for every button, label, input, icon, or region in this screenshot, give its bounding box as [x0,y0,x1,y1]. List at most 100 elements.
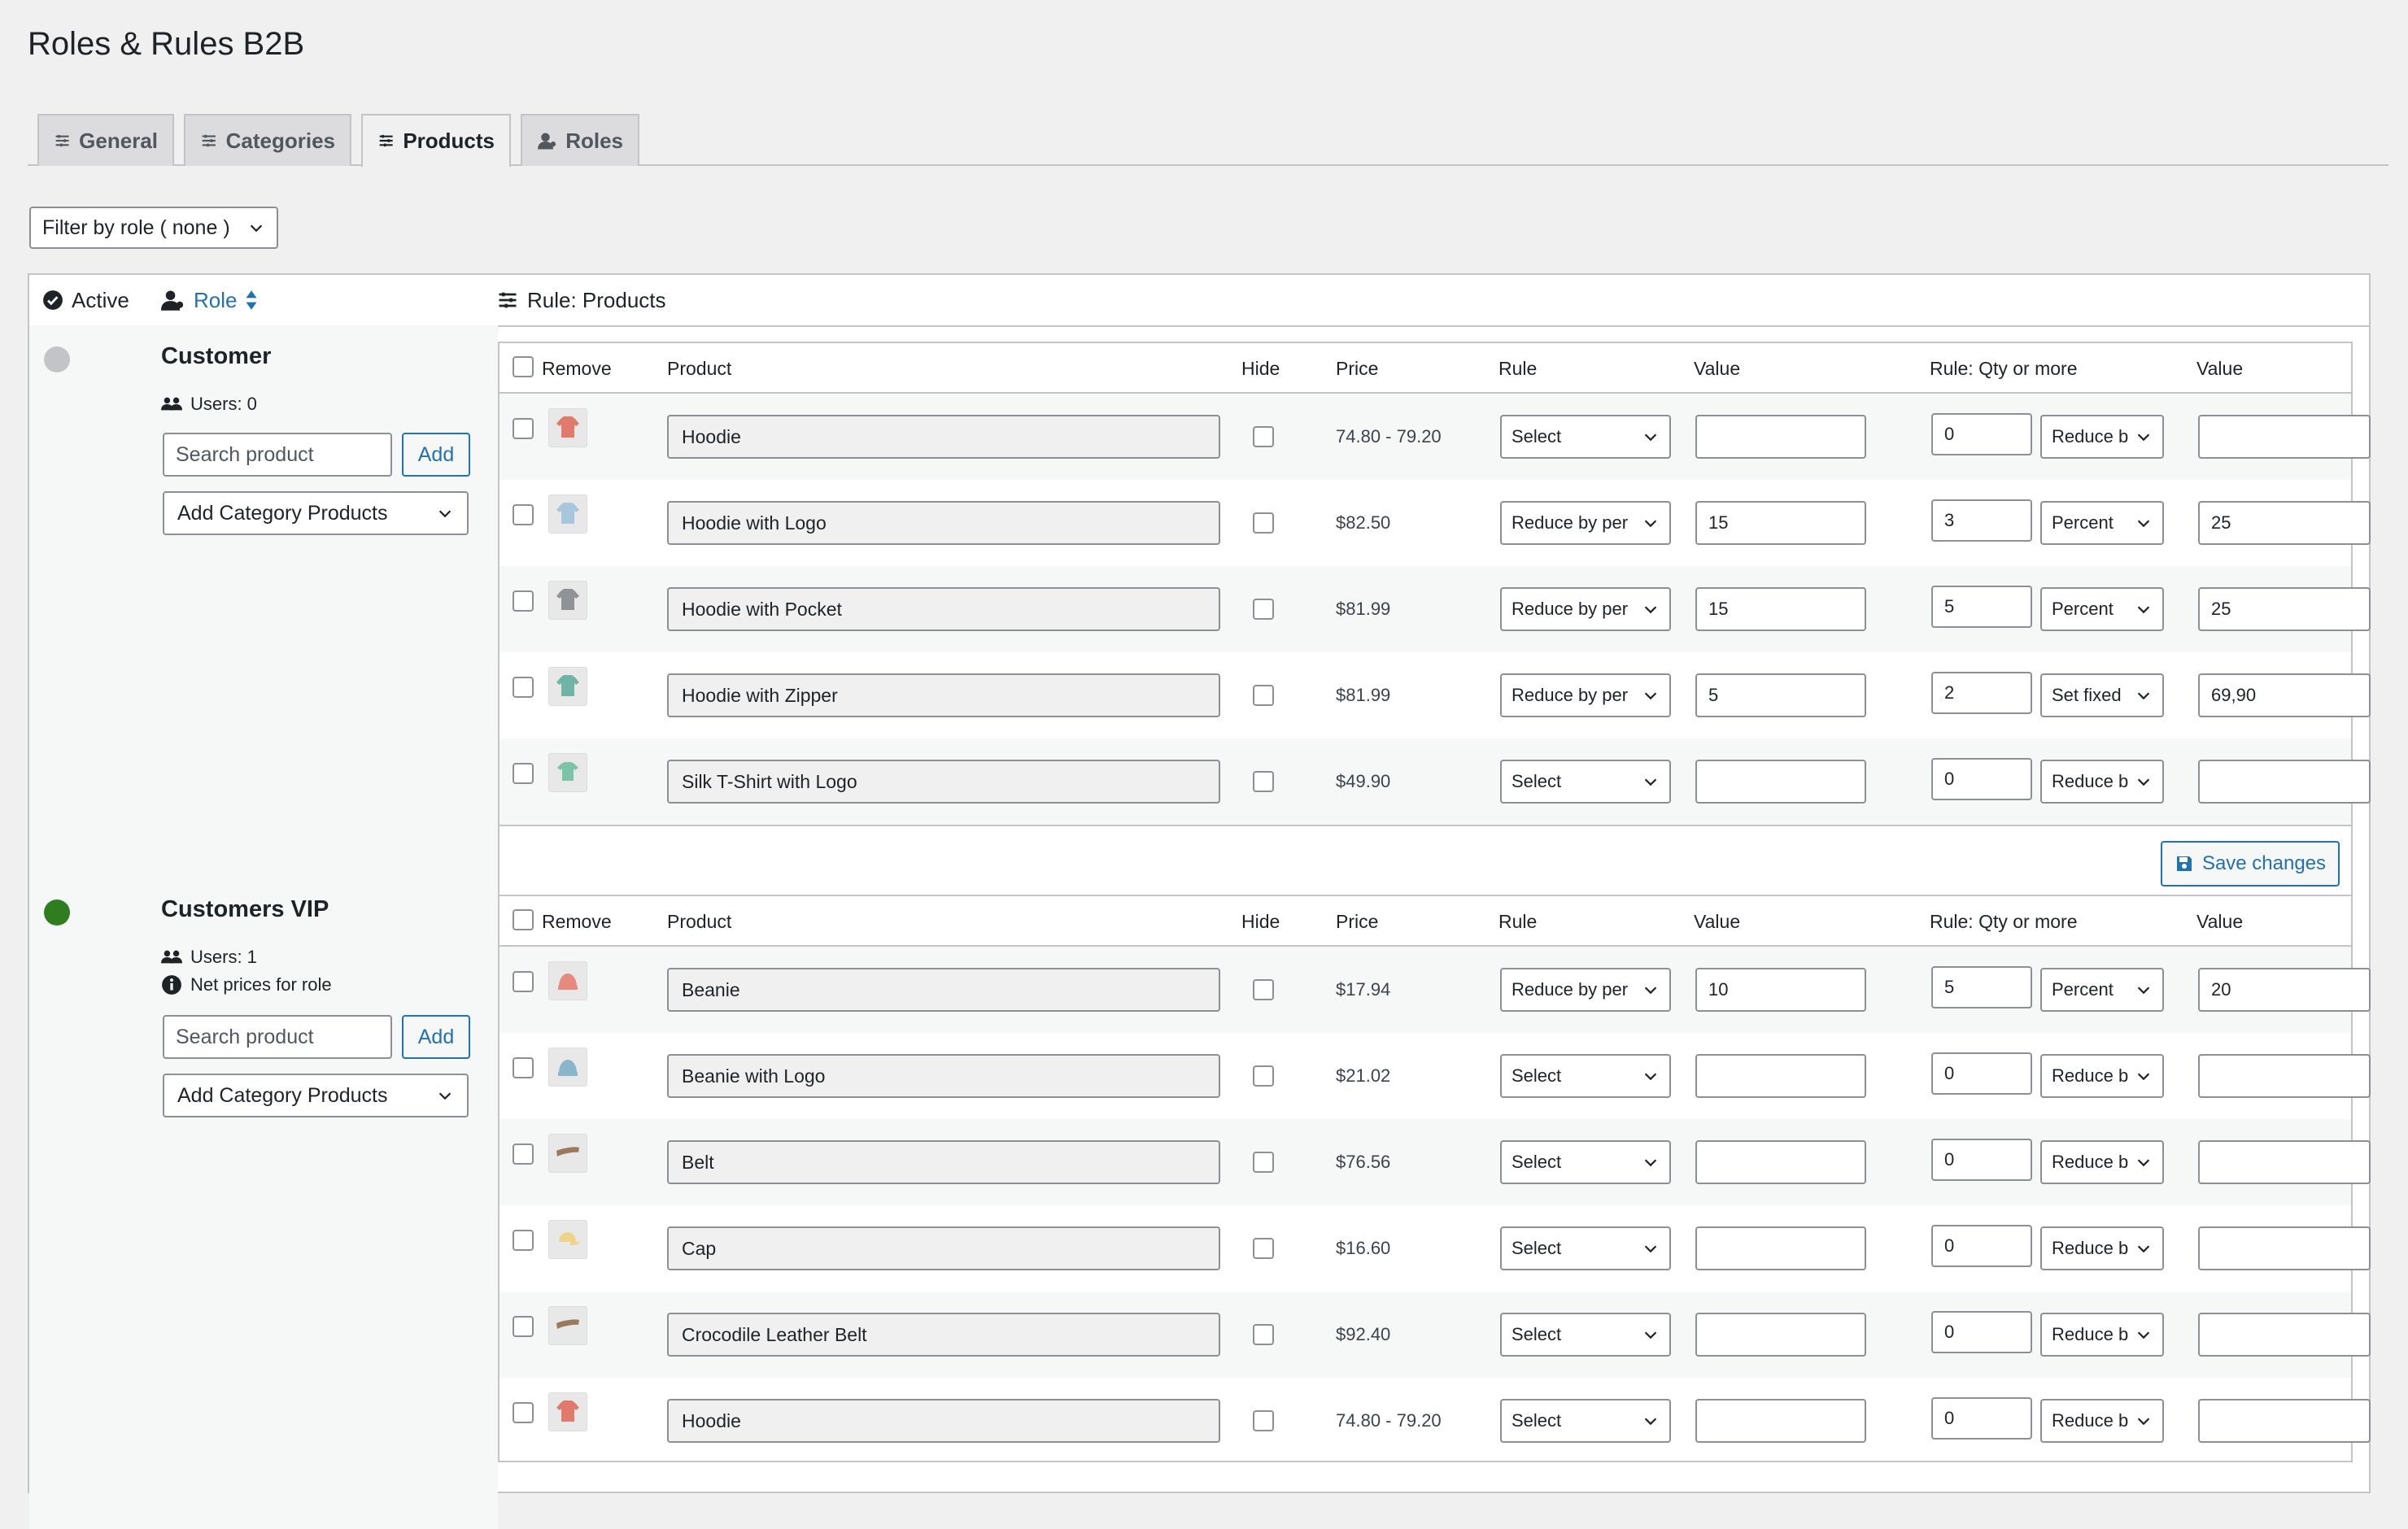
qty-rule-select[interactable]: Reduce b [2040,760,2164,804]
select-all-checkbox[interactable] [513,909,534,930]
hide-checkbox[interactable] [1253,979,1274,1000]
product-name-field[interactable]: Hoodie [667,415,1220,459]
hide-checkbox[interactable] [1253,1324,1274,1345]
qty-value-input[interactable] [2198,1226,2371,1270]
save-changes-button[interactable]: Save changes [2161,841,2340,886]
remove-checkbox[interactable] [513,1230,534,1251]
qty-value-input[interactable]: 20 [2198,968,2371,1012]
qty-input[interactable]: 0 [1931,1225,2032,1267]
qty-rule-select[interactable]: Reduce b [2040,1140,2164,1184]
qty-rule-select[interactable]: Percent [2040,501,2164,545]
qty-value-input[interactable] [2198,1140,2371,1184]
qty-value-input[interactable] [2198,1054,2371,1098]
rule-select[interactable]: Reduce by per [1500,968,1671,1012]
remove-checkbox[interactable] [513,1143,534,1165]
product-name-field[interactable]: Silk T-Shirt with Logo [667,760,1220,804]
rule-value-input[interactable] [1695,1140,1866,1184]
remove-checkbox[interactable] [513,418,534,439]
rule-value-input[interactable]: 15 [1695,587,1866,631]
remove-checkbox[interactable] [513,677,534,698]
remove-checkbox[interactable] [513,763,534,784]
rule-value-input[interactable] [1695,1226,1866,1270]
remove-checkbox[interactable] [513,971,534,992]
rule-select[interactable]: Select [1500,415,1671,459]
remove-checkbox[interactable] [513,1057,534,1078]
qty-input[interactable]: 5 [1931,966,2032,1008]
hide-checkbox[interactable] [1253,685,1274,706]
hide-checkbox[interactable] [1253,1410,1274,1431]
product-name-field[interactable]: Beanie with Logo [667,1054,1220,1098]
qty-input[interactable]: 0 [1931,413,2032,455]
product-name-field[interactable]: Hoodie with Zipper [667,673,1220,717]
rule-select[interactable]: Select [1500,1140,1671,1184]
rule-value-input[interactable]: 15 [1695,501,1866,545]
select-all-checkbox[interactable] [513,356,534,377]
active-status-dot[interactable] [44,900,70,926]
add-product-button[interactable]: Add [402,433,470,477]
qty-value-input[interactable]: 69,90 [2198,673,2371,717]
search-product-input[interactable]: Search product [163,1015,392,1059]
product-name-field[interactable]: Hoodie with Pocket [667,587,1220,631]
tab-roles[interactable]: Roles [521,114,639,166]
rule-select[interactable]: Select [1500,760,1671,804]
qty-rule-select[interactable]: Set fixed [2040,673,2164,717]
search-product-input[interactable]: Search product [163,433,392,477]
product-name-field[interactable]: Belt [667,1140,1220,1184]
qty-value-input[interactable] [2198,1399,2371,1443]
product-name-field[interactable]: Crocodile Leather Belt [667,1313,1220,1357]
qty-input[interactable]: 0 [1931,1052,2032,1095]
product-name-field[interactable]: Hoodie [667,1399,1220,1443]
hide-checkbox[interactable] [1253,1238,1274,1259]
rule-select[interactable]: Select [1500,1399,1671,1443]
tab-categories[interactable]: Categories [184,114,351,166]
rule-select[interactable]: Select [1500,1313,1671,1357]
tab-products[interactable]: Products [361,114,511,168]
qty-input[interactable]: 2 [1931,672,2032,714]
remove-checkbox[interactable] [513,504,534,525]
hide-checkbox[interactable] [1253,599,1274,620]
qty-rule-select[interactable]: Reduce b [2040,1313,2164,1357]
qty-input[interactable]: 5 [1931,586,2032,628]
hide-checkbox[interactable] [1253,1065,1274,1087]
rule-value-input[interactable] [1695,1054,1866,1098]
qty-value-input[interactable] [2198,1313,2371,1357]
product-name-field[interactable]: Beanie [667,968,1220,1012]
tab-general[interactable]: General [37,114,174,166]
product-name-field[interactable]: Hoodie with Logo [667,501,1220,545]
rule-value-input[interactable] [1695,1313,1866,1357]
add-category-products-select[interactable]: Add Category Products [163,1074,469,1117]
qty-input[interactable]: 0 [1931,1311,2032,1353]
qty-rule-select[interactable]: Percent [2040,968,2164,1012]
remove-checkbox[interactable] [513,1402,534,1423]
rule-select[interactable]: Select [1500,1054,1671,1098]
qty-rule-select[interactable]: Reduce b [2040,1399,2164,1443]
header-role-sort[interactable]: Role [161,275,258,325]
add-category-products-select[interactable]: Add Category Products [163,491,469,535]
qty-input[interactable]: 0 [1931,758,2032,800]
hide-checkbox[interactable] [1253,512,1274,534]
remove-checkbox[interactable] [513,1316,534,1337]
rule-select[interactable]: Reduce by per [1500,673,1671,717]
qty-input[interactable]: 3 [1931,499,2032,542]
qty-input[interactable]: 0 [1931,1139,2032,1181]
qty-value-input[interactable]: 25 [2198,587,2371,631]
role-filter-select[interactable]: Filter by role ( none ) [29,207,278,249]
hide-checkbox[interactable] [1253,426,1274,447]
hide-checkbox[interactable] [1253,1152,1274,1173]
hide-checkbox[interactable] [1253,771,1274,792]
active-status-dot[interactable] [44,346,70,372]
add-product-button[interactable]: Add [402,1015,470,1059]
rule-value-input[interactable] [1695,415,1866,459]
rule-value-input[interactable] [1695,1399,1866,1443]
qty-rule-select[interactable]: Reduce b [2040,1054,2164,1098]
qty-value-input[interactable] [2198,415,2371,459]
qty-value-input[interactable]: 25 [2198,501,2371,545]
rule-value-input[interactable] [1695,760,1866,804]
qty-rule-select[interactable]: Percent [2040,587,2164,631]
qty-rule-select[interactable]: Reduce b [2040,415,2164,459]
rule-select[interactable]: Select [1500,1226,1671,1270]
rule-select[interactable]: Reduce by per [1500,501,1671,545]
qty-input[interactable]: 0 [1931,1397,2032,1440]
qty-rule-select[interactable]: Reduce b [2040,1226,2164,1270]
rule-value-input[interactable]: 5 [1695,673,1866,717]
